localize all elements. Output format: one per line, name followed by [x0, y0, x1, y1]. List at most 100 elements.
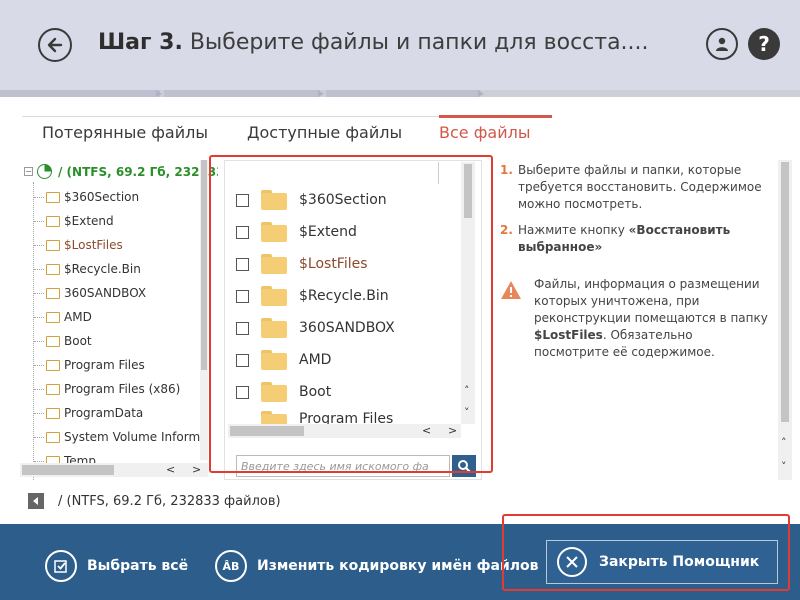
current-path: / (NTFS, 69.2 Гб, 232833 файлов)	[28, 493, 281, 509]
select-all-button[interactable]: Выбрать всё	[45, 550, 188, 582]
folder-icon	[261, 190, 287, 210]
scroll-up-icon[interactable]: ˄	[464, 384, 470, 397]
warning-icon	[501, 281, 521, 299]
scroll-right-icon[interactable]: >	[448, 424, 457, 437]
step-description: Выберите файлы и папки для восста....	[182, 30, 649, 55]
scroll-thumb[interactable]	[464, 164, 472, 218]
folder-icon	[261, 254, 287, 274]
list-item[interactable]: 360SANDBOX	[236, 315, 395, 341]
folder-icon	[46, 287, 60, 299]
folder-icon	[46, 239, 60, 251]
tree-item[interactable]: System Volume Informa	[34, 430, 208, 444]
help-button[interactable]: ?	[748, 28, 780, 60]
item-checkbox[interactable]	[236, 225, 249, 239]
step-label: Шаг 3.	[98, 30, 183, 55]
tree-item-label: ProgramData	[64, 406, 144, 420]
tree-item-label: 360SANDBOX	[64, 286, 147, 300]
select-all-icon	[45, 550, 77, 582]
back-button[interactable]	[38, 28, 72, 62]
item-checkbox[interactable]	[236, 321, 249, 335]
item-name: $Extend	[299, 224, 357, 240]
scroll-right-icon[interactable]: >	[192, 463, 201, 476]
tree-item[interactable]: $360Section	[34, 190, 139, 204]
tree-item-label: $LostFiles	[64, 238, 123, 252]
tree-item-label: Program Files	[64, 358, 145, 372]
folder-icon	[261, 318, 287, 338]
tree-item[interactable]: $Extend	[34, 214, 114, 228]
search-icon	[458, 460, 471, 473]
tree-item[interactable]: 360SANDBOX	[34, 286, 147, 300]
folder-icon	[261, 350, 287, 370]
tree-item[interactable]: Program Files	[34, 358, 145, 372]
tree-item[interactable]: AMD	[34, 310, 92, 324]
list-item[interactable]: Program Files	[236, 411, 393, 424]
tab-available-files[interactable]: Доступные файлы	[247, 123, 402, 142]
user-icon	[716, 37, 728, 51]
item-name: 360SANDBOX	[299, 320, 395, 336]
tree-item[interactable]: Program Files (x86)	[34, 382, 180, 396]
item-checkbox[interactable]	[236, 353, 249, 367]
files-horizontal-scrollbar[interactable]: < >	[228, 424, 461, 438]
help-icon: ?	[758, 32, 770, 56]
list-item[interactable]: $360Section	[236, 187, 387, 213]
scroll-thumb[interactable]	[781, 162, 789, 422]
scroll-left-icon[interactable]: <	[422, 424, 431, 437]
list-item[interactable]: $LostFiles	[236, 251, 368, 277]
list-item[interactable]: $Recycle.Bin	[236, 283, 389, 309]
list-item[interactable]: Boot	[236, 379, 331, 405]
close-icon	[557, 547, 587, 577]
folder-icon	[46, 359, 60, 371]
caret-left-icon	[33, 497, 38, 505]
path-back-button[interactable]	[28, 493, 44, 509]
scroll-down-icon[interactable]: ˅	[781, 460, 787, 473]
folder-icon	[261, 411, 287, 424]
scroll-thumb[interactable]	[22, 465, 114, 475]
tree-item[interactable]: $LostFiles	[34, 238, 123, 252]
item-name: $LostFiles	[299, 256, 368, 272]
item-name: AMD	[299, 352, 332, 368]
tree-item-label: System Volume Informa	[64, 430, 208, 444]
list-item[interactable]: AMD	[236, 347, 331, 373]
scroll-left-icon[interactable]: <	[166, 463, 175, 476]
close-assistant-label: Закрыть Помощник	[599, 554, 760, 570]
tree-vertical-scrollbar[interactable]	[200, 160, 208, 460]
item-name: Program Files	[299, 411, 394, 424]
tree-root-label: / (NTFS, 69.2 Гб, 232833	[58, 164, 218, 179]
folder-icon	[261, 382, 287, 402]
tab-lost-files[interactable]: Потерянные файлы	[42, 123, 208, 142]
tab-all-files[interactable]: Все файлы	[439, 123, 530, 142]
user-button[interactable]	[706, 28, 738, 60]
folder-tree[interactable]: − / (NTFS, 69.2 Гб, 232833 $360Section $…	[20, 160, 218, 480]
scroll-down-icon[interactable]: ˅	[464, 406, 470, 419]
item-checkbox[interactable]	[236, 385, 249, 399]
change-encoding-button[interactable]: ÂB Изменить кодировку имён файлов	[215, 550, 539, 582]
tree-root[interactable]: − / (NTFS, 69.2 Гб, 232833	[24, 164, 218, 179]
step-progress	[0, 90, 800, 97]
tree-item[interactable]: Boot	[34, 334, 92, 348]
item-checkbox[interactable]	[236, 193, 249, 207]
disk-icon	[37, 164, 52, 179]
tree-item[interactable]: $Recycle.Bin	[34, 262, 141, 276]
path-text: / (NTFS, 69.2 Гб, 232833 файлов)	[58, 493, 281, 509]
item-checkbox[interactable]	[236, 289, 249, 303]
folder-icon	[46, 311, 60, 323]
scroll-thumb[interactable]	[201, 160, 207, 370]
info-vertical-scrollbar[interactable]: ˄ ˅	[778, 160, 792, 480]
files-vertical-scrollbar[interactable]: ˄ ˅	[461, 162, 475, 424]
tree-item-label: AMD	[64, 310, 92, 324]
tree-horizontal-scrollbar[interactable]: < >	[20, 463, 208, 477]
tree-item[interactable]: ProgramData	[34, 406, 144, 420]
search-input[interactable]: Введите здесь имя искомого фа	[236, 455, 450, 477]
search-button[interactable]	[452, 455, 476, 477]
folder-icon	[46, 383, 60, 395]
close-assistant-button[interactable]: Закрыть Помощник	[546, 540, 778, 584]
collapse-icon[interactable]: −	[24, 167, 33, 176]
page-title: Шаг 3. Выберите файлы и папки для восста…	[98, 30, 658, 55]
scroll-up-icon[interactable]: ˄	[781, 436, 787, 449]
item-checkbox[interactable]	[236, 257, 249, 271]
folder-icon	[261, 222, 287, 242]
scroll-thumb[interactable]	[230, 426, 304, 436]
list-item[interactable]: $Extend	[236, 219, 357, 245]
encoding-icon: ÂB	[215, 550, 247, 582]
item-name: $Recycle.Bin	[299, 288, 389, 304]
